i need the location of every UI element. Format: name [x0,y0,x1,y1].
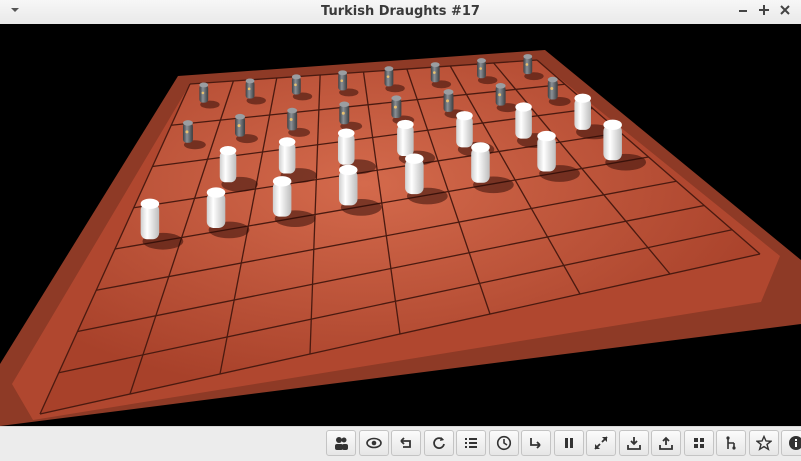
view-button[interactable] [358,430,389,456]
title-bar: Turkish Draughts #17 [0,0,801,25]
moves-list-button[interactable] [456,430,486,456]
redo-button[interactable] [521,430,551,456]
grid-button[interactable] [683,430,714,456]
eye-icon [365,437,382,449]
players-icon [335,437,348,450]
undo-icon [400,437,411,448]
restart-icon [432,437,445,449]
info-icon [789,436,801,450]
maximize-icon[interactable] [755,3,773,21]
bottom-toolbar [0,426,801,461]
tree-icon [726,436,736,450]
star-icon [755,435,772,451]
list-icon [465,438,477,448]
upload-icon [659,436,673,450]
download-icon [626,437,641,450]
grid-icon [693,438,704,448]
favorite-button[interactable] [748,430,779,456]
info-button[interactable] [781,430,801,456]
clock-button[interactable] [488,430,519,456]
download-button[interactable] [618,430,649,456]
clock-icon [496,435,511,451]
game-viewport[interactable] [0,24,801,426]
restart-button[interactable] [423,430,454,456]
players-button[interactable] [326,430,356,456]
board-scene[interactable] [0,24,801,426]
redo-icon [530,438,541,449]
upload-button[interactable] [651,430,681,456]
pause-button[interactable] [553,430,584,456]
window-title: Turkish Draughts #17 [321,4,480,19]
toolbar [326,430,801,458]
analysis-button[interactable] [716,430,746,456]
fullscreen-button[interactable] [586,430,616,456]
minimize-icon[interactable] [734,3,752,21]
undo-button[interactable] [391,430,421,456]
fullscreen-icon [594,436,608,450]
close-icon[interactable] [776,3,794,21]
pause-icon [564,438,573,448]
